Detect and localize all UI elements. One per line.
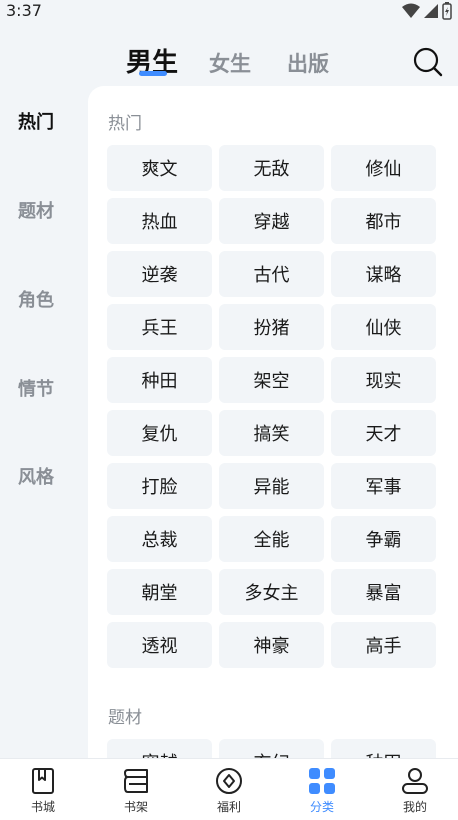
tag-item[interactable]: 争霸 xyxy=(331,516,436,562)
nav-label: 福利 xyxy=(216,800,241,814)
tag-item[interactable]: 搞笑 xyxy=(219,410,324,456)
tab-publish[interactable]: 出版 xyxy=(287,48,329,78)
tag-item[interactable]: 逆袭 xyxy=(107,251,212,297)
tag-item[interactable]: 仙侠 xyxy=(331,304,436,350)
tag-item[interactable]: 兵王 xyxy=(107,304,212,350)
tag-item[interactable]: 总裁 xyxy=(107,516,212,562)
tag-item[interactable]: 古代 xyxy=(219,251,324,297)
top-tabs: 男生 女生 出版 xyxy=(0,42,458,86)
tag-item[interactable]: 天才 xyxy=(331,410,436,456)
category-grid-icon xyxy=(309,768,335,794)
nav-label: 分类 xyxy=(309,800,334,814)
search-button[interactable] xyxy=(412,46,444,78)
signal-icon xyxy=(424,4,438,18)
tag-item[interactable]: 透视 xyxy=(107,622,212,668)
tag-item[interactable]: 种田 xyxy=(331,739,436,758)
tag-item[interactable]: 穿越 xyxy=(107,739,212,758)
tag-item[interactable]: 多女主 xyxy=(219,569,324,615)
tag-item[interactable]: 都市 xyxy=(331,198,436,244)
tag-item[interactable]: 复仇 xyxy=(107,410,212,456)
nav-label: 我的 xyxy=(402,800,427,814)
tag-item[interactable]: 修仙 xyxy=(331,145,436,191)
sidebar-item-style[interactable]: 风格 xyxy=(0,463,72,489)
sidebar-item-plot[interactable]: 情节 xyxy=(0,375,72,401)
tag-item[interactable]: 热血 xyxy=(107,198,212,244)
status-icons xyxy=(402,2,452,20)
status-bar: 3:37 xyxy=(0,0,458,24)
nav-profile[interactable]: 我的 xyxy=(380,767,450,815)
tag-item[interactable]: 军事 xyxy=(331,463,436,509)
search-icon xyxy=(413,47,443,77)
wifi-icon xyxy=(402,3,420,18)
user-icon xyxy=(402,768,428,794)
tag-item[interactable]: 暴富 xyxy=(331,569,436,615)
section-title-theme: 题材 xyxy=(108,708,142,728)
tag-item[interactable]: 穿越 xyxy=(219,198,324,244)
nav-label: 书架 xyxy=(123,800,148,814)
sidebar-item-theme[interactable]: 题材 xyxy=(0,197,72,223)
tag-item[interactable]: 现实 xyxy=(331,357,436,403)
tag-item[interactable]: 打脸 xyxy=(107,463,212,509)
theme-tag-grid: 穿越 玄幻 种田 xyxy=(107,739,437,758)
sidebar-item-role[interactable]: 角色 xyxy=(0,286,72,312)
nav-label: 书城 xyxy=(30,800,55,814)
category-content[interactable]: 热门 爽文 无敌 修仙 热血 穿越 都市 逆袭 古代 谋略 兵王 扮猪 仙侠 种… xyxy=(88,86,458,758)
nav-bookstore[interactable]: 书城 xyxy=(8,767,78,815)
tag-item[interactable]: 无敌 xyxy=(219,145,324,191)
status-time: 3:37 xyxy=(6,1,42,20)
battery-icon xyxy=(442,2,452,20)
tab-female[interactable]: 女生 xyxy=(209,48,251,78)
tag-item[interactable]: 谋略 xyxy=(331,251,436,297)
nav-rewards[interactable]: 福利 xyxy=(194,767,264,815)
nav-category[interactable]: 分类 xyxy=(287,767,357,815)
category-sidebar: 热门 题材 角色 情节 风格 xyxy=(0,86,88,758)
tag-item[interactable]: 爽文 xyxy=(107,145,212,191)
bookshelf-icon xyxy=(124,769,148,793)
tag-item[interactable]: 高手 xyxy=(331,622,436,668)
tag-item[interactable]: 玄幻 xyxy=(219,739,324,758)
book-icon xyxy=(32,768,54,794)
tag-item[interactable]: 全能 xyxy=(219,516,324,562)
tag-item[interactable]: 神豪 xyxy=(219,622,324,668)
sidebar-item-hot[interactable]: 热门 xyxy=(0,108,72,134)
active-tab-indicator xyxy=(139,71,167,76)
hot-tag-grid: 爽文 无敌 修仙 热血 穿越 都市 逆袭 古代 谋略 兵王 扮猪 仙侠 种田 架… xyxy=(107,145,437,668)
nav-bookshelf[interactable]: 书架 xyxy=(101,767,171,815)
tag-item[interactable]: 异能 xyxy=(219,463,324,509)
tag-item[interactable]: 架空 xyxy=(219,357,324,403)
tag-item[interactable]: 扮猪 xyxy=(219,304,324,350)
coin-icon xyxy=(216,768,242,794)
tag-item[interactable]: 朝堂 xyxy=(107,569,212,615)
section-title-hot: 热门 xyxy=(108,114,142,134)
tag-item[interactable]: 种田 xyxy=(107,357,212,403)
bottom-nav: 书城 书架 福利 分类 我的 xyxy=(0,758,458,820)
